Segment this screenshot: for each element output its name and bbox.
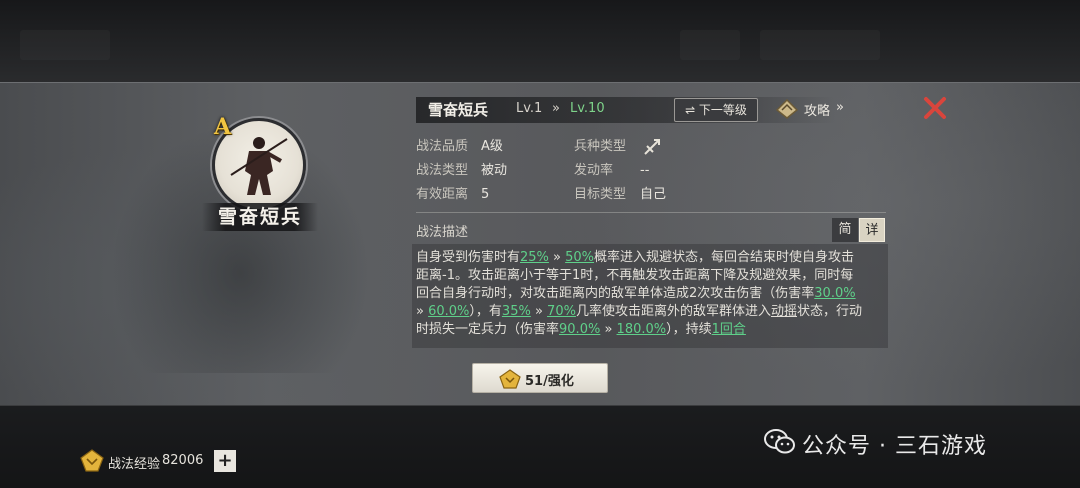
target-value: 自己 <box>640 187 667 202</box>
trigger-label: 发动率 <box>574 163 614 178</box>
description-text: 自身受到伤害时有 <box>416 250 521 265</box>
quality-label: 战法品质 <box>416 139 469 154</box>
skill-name: 雪奋短兵 <box>428 101 489 119</box>
description-line: 距离-1。攻击距离小于等于1时，不再触发攻击距离下降及规避效果，同时每 <box>416 267 853 284</box>
exp-value: 82006 <box>162 453 204 468</box>
range-value: 5 <box>481 187 490 202</box>
description-value: 1回合 <box>711 322 746 337</box>
troop-label: 兵种类型 <box>574 139 627 154</box>
background-top <box>0 0 1080 82</box>
description-value: 70% <box>547 304 576 319</box>
close-button[interactable] <box>922 95 948 121</box>
close-icon <box>924 97 946 119</box>
add-exp-button[interactable]: + <box>214 450 236 472</box>
upgrade-label: 51/强化 <box>525 374 574 389</box>
quality-value: A级 <box>481 139 503 154</box>
divider <box>416 212 886 213</box>
type-label: 战法类型 <box>416 163 469 178</box>
description-line: 回合自身行动时，对攻击距离内的敌军单体造成2次攻击伤害（伤害率30.0% <box>416 285 856 302</box>
guide-scroll-icon <box>775 98 799 119</box>
description-value: 50% <box>565 250 595 265</box>
level-current: Lv.1 <box>516 101 543 116</box>
description-title: 战法描述 <box>416 225 469 240</box>
exp-label: 战法经验 <box>108 457 161 472</box>
tab-simple[interactable]: 简 <box>832 218 858 242</box>
description-value: 30.0% <box>814 286 856 301</box>
description-text: 几率使攻击距离外的敌军群体进入 <box>575 304 771 319</box>
description-text: 距离-1。攻击距离小于等于1时，不再触发攻击距离下降及规避效果，同时每 <box>416 268 854 283</box>
description-line: » 60.0%），有35% » 70%几率使攻击距离外的敌军群体进入动摇状态，行… <box>416 303 862 320</box>
description-value: 35% <box>501 304 531 319</box>
description-arrow: » <box>600 322 617 337</box>
guide-button[interactable]: 攻略 » <box>774 96 854 122</box>
description-text: 概率进入规避状态，每回合结束时使自身攻击 <box>594 250 855 265</box>
grade-badge: A <box>214 114 232 140</box>
description-text: ），有 <box>469 304 502 319</box>
description-text: ），持续 <box>666 322 712 337</box>
watermark-text: 公众号 · 三石游戏 <box>802 434 987 459</box>
guide-arrow: » <box>836 100 844 115</box>
target-label: 目标类型 <box>574 187 627 202</box>
description-text: 状态，行动 <box>796 304 862 319</box>
level-arrow: » <box>552 101 560 116</box>
portrait-name: 雪奋短兵 <box>202 203 318 231</box>
description-arrow: » <box>548 250 566 265</box>
enhance-coin-icon <box>499 369 521 389</box>
description-value: 180.0% <box>616 322 667 337</box>
description-value: 25% <box>520 250 549 265</box>
exp-coin-icon <box>80 449 104 472</box>
description-value: 60.0% <box>428 304 470 319</box>
description-arrow: » <box>530 304 548 319</box>
level-max: Lv.10 <box>570 101 605 116</box>
status-link[interactable]: 动摇 <box>771 304 797 319</box>
description-arrow: » <box>416 304 429 319</box>
background-ghost <box>760 30 880 60</box>
next-level-button[interactable]: ⇌ 下一等级 <box>674 98 758 122</box>
tab-detail[interactable]: 详 <box>859 218 885 242</box>
guide-label: 攻略 <box>804 104 831 119</box>
description-line: 自身受到伤害时有25% » 50%概率进入规避状态，每回合结束时使自身攻击 <box>416 249 854 266</box>
range-label: 有效距离 <box>416 187 469 202</box>
background-ghost <box>20 30 110 60</box>
description-text: 时损失一定兵力（伤害率 <box>416 322 560 337</box>
description-value: 90.0% <box>559 322 601 337</box>
wechat-icon <box>764 429 795 454</box>
type-value: 被动 <box>481 163 508 178</box>
description-line: 时损失一定兵力（伤害率90.0% » 180.0%），持续1回合 <box>416 321 746 338</box>
description-text: 回合自身行动时，对攻击距离内的敌军单体造成2次攻击伤害（伤害率 <box>416 286 815 301</box>
troop-type-icon <box>644 139 660 155</box>
trigger-value: -- <box>640 163 650 178</box>
upgrade-button[interactable]: 51/强化 <box>472 363 608 393</box>
background-ghost <box>680 30 740 60</box>
